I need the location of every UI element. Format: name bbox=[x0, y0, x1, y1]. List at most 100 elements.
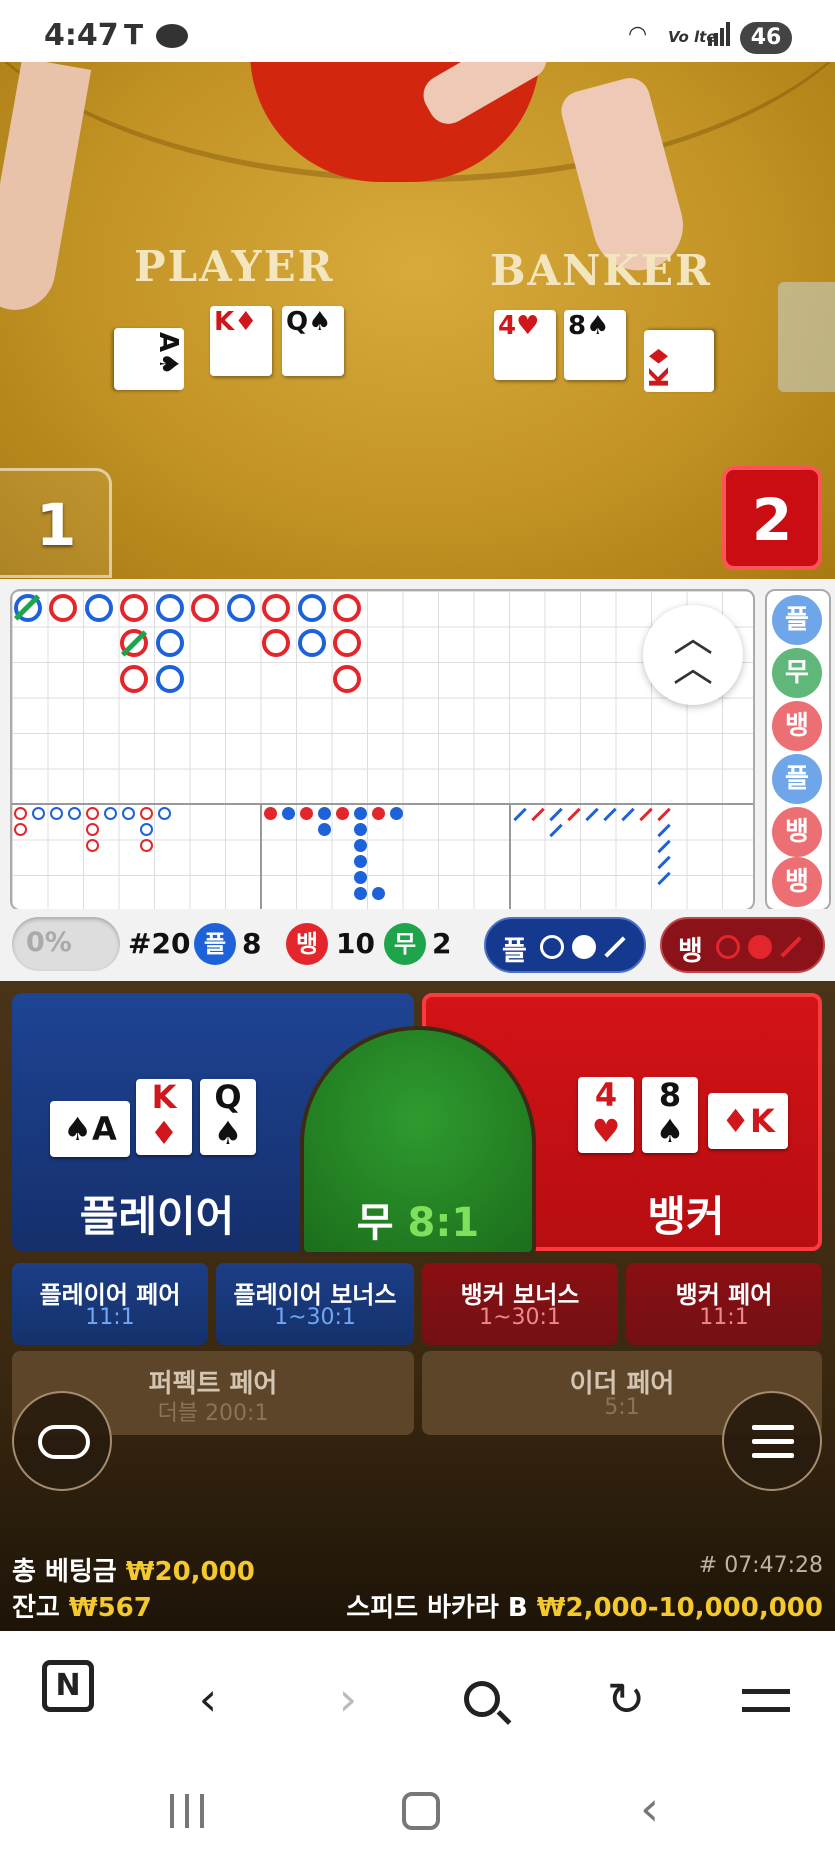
eye-road-mark bbox=[140, 823, 153, 836]
banker-card-2: 8 ♠ bbox=[642, 1077, 698, 1153]
scoreboard: ︿ ︿ 플 무 뱅 플 뱅 뱅 bbox=[0, 579, 835, 911]
stats-bar: 0% #20 플 8 뱅 10 무 2 플 뱅 bbox=[0, 909, 835, 981]
status-time: 4:47 bbox=[44, 18, 119, 53]
road-divider bbox=[509, 803, 511, 909]
home-button[interactable] bbox=[402, 1792, 440, 1830]
system-nav-bar: ‹ bbox=[0, 1766, 835, 1856]
prediction-item: 뱅 bbox=[772, 857, 822, 907]
menu-icon bbox=[752, 1425, 794, 1430]
player-pair-bet[interactable]: 플레이어 페어 11:1 bbox=[12, 1263, 208, 1345]
browser-menu-button[interactable] bbox=[734, 1671, 794, 1731]
menu-button[interactable] bbox=[722, 1391, 822, 1491]
prediction-column: 플 무 뱅 플 뱅 뱅 bbox=[765, 589, 831, 911]
banker-predict-button[interactable]: 뱅 bbox=[660, 917, 825, 973]
small-road-mark bbox=[372, 887, 385, 900]
chat-bubble-icon bbox=[156, 24, 188, 48]
signal-icon bbox=[708, 22, 730, 46]
app-root: 4:47 T ◠ Vo lte 46 PLAYER BANKER A♠ K♦ Q… bbox=[0, 0, 835, 1856]
eye-road-mark bbox=[50, 807, 63, 820]
cockroach-mark bbox=[567, 807, 581, 822]
round-number: #20 bbox=[128, 927, 191, 960]
road-banker bbox=[120, 594, 148, 622]
video-player-label: PLAYER bbox=[134, 242, 335, 291]
dot-icon bbox=[748, 935, 772, 959]
player-score-box: 1 bbox=[0, 468, 112, 578]
player-bet-label: 플레이어 bbox=[79, 1192, 235, 1241]
banker-card-3: ♦K bbox=[708, 1093, 788, 1149]
home-n-button[interactable]: N bbox=[42, 1660, 94, 1712]
banker-count: 10 bbox=[336, 927, 375, 960]
ring-icon bbox=[540, 935, 564, 959]
player-card-3: Q ♠ bbox=[200, 1079, 256, 1155]
banker-predict-label: 뱅 bbox=[678, 936, 703, 967]
small-road-mark bbox=[354, 823, 367, 836]
cockroach-mark bbox=[657, 839, 671, 854]
video-banker-card-3: K♦ bbox=[644, 330, 714, 392]
road-banker bbox=[333, 594, 361, 622]
search-button[interactable] bbox=[456, 1671, 516, 1731]
road-player bbox=[85, 594, 113, 622]
road-banker bbox=[262, 594, 290, 622]
video-banker-card-1: 4♥ bbox=[494, 310, 556, 380]
small-road-mark bbox=[300, 807, 313, 820]
player-bonus-bet[interactable]: 플레이어 보너스 1~30:1 bbox=[216, 1263, 414, 1345]
road-player bbox=[156, 629, 184, 657]
small-road-mark bbox=[354, 871, 367, 884]
small-road-mark bbox=[264, 807, 277, 820]
dot-icon bbox=[572, 935, 596, 959]
video-banker-card-2: 8♠ bbox=[564, 310, 626, 380]
road-divider bbox=[12, 803, 753, 805]
small-road-mark bbox=[390, 807, 403, 820]
tie-bet-label: 무 8:1 bbox=[356, 1200, 480, 1246]
player-card-1: ♠A bbox=[50, 1101, 130, 1157]
collapse-roads-button[interactable]: ︿ ︿ bbox=[643, 605, 743, 705]
small-road-mark bbox=[372, 807, 385, 820]
cockroach-mark bbox=[657, 871, 671, 886]
player-predict-button[interactable]: 플 bbox=[484, 917, 646, 973]
small-road-mark bbox=[282, 807, 295, 820]
cockroach-mark bbox=[657, 855, 671, 870]
forward-button[interactable]: › bbox=[318, 1671, 378, 1731]
banker-pair-bet[interactable]: 뱅커 페어 11:1 bbox=[626, 1263, 822, 1345]
road-banker bbox=[333, 665, 361, 693]
banker-score: 2 bbox=[751, 486, 793, 554]
video-player-card-2: K♦ bbox=[210, 306, 272, 376]
chat-button[interactable] bbox=[12, 1391, 112, 1491]
browser-toolbar: ‹ › ↻ bbox=[0, 1631, 835, 1766]
back-button[interactable]: ‹ bbox=[178, 1671, 238, 1731]
road-player bbox=[227, 594, 255, 622]
small-road-mark bbox=[354, 807, 367, 820]
wifi-icon: ◠ bbox=[628, 22, 648, 47]
road-player bbox=[298, 629, 326, 657]
chevron-left-icon: ‹ bbox=[198, 1672, 218, 1726]
road-player bbox=[298, 594, 326, 622]
cockroach-mark bbox=[549, 807, 563, 822]
banker-bonus-bet[interactable]: 뱅커 보너스 1~30:1 bbox=[422, 1263, 618, 1345]
player-count: 8 bbox=[242, 927, 262, 960]
small-road-mark bbox=[318, 807, 331, 820]
eye-road-mark bbox=[86, 807, 99, 820]
betting-area: ♠A K ♦ Q ♠ 플레이어 4 ♥ 8 ♠ ♦K 뱅커 무 8:1 플레이어 페어 … bbox=[0, 981, 835, 1631]
double-chevron-up-icon: ︿ ︿ bbox=[673, 615, 713, 691]
tie-bet-spot[interactable]: 무 8:1 bbox=[300, 1026, 536, 1256]
chat-icon bbox=[38, 1425, 90, 1459]
ring-icon bbox=[716, 935, 740, 959]
video-player-card-3: Q♠ bbox=[282, 306, 344, 376]
percent-toggle[interactable]: 0% bbox=[12, 917, 120, 971]
road-banker bbox=[333, 629, 361, 657]
player-badge: 플 bbox=[194, 923, 236, 965]
road-player bbox=[156, 594, 184, 622]
system-back-button[interactable]: ‹ bbox=[640, 1784, 680, 1834]
eye-road-mark bbox=[14, 823, 27, 836]
cockroach-mark bbox=[513, 807, 527, 822]
total-bet: 총 베팅금 ₩20,000 bbox=[12, 1557, 255, 1587]
small-road-mark bbox=[354, 839, 367, 852]
refresh-button[interactable]: ↻ bbox=[596, 1671, 656, 1731]
banker-pair-odds: 11:1 bbox=[699, 1305, 749, 1330]
player-predict-label: 플 bbox=[502, 936, 527, 967]
percent-label: 0% bbox=[26, 927, 72, 958]
road-banker bbox=[191, 594, 219, 622]
eye-road-mark bbox=[158, 807, 171, 820]
tie-badge: 무 bbox=[384, 923, 426, 965]
recent-apps-button[interactable] bbox=[170, 1794, 206, 1828]
